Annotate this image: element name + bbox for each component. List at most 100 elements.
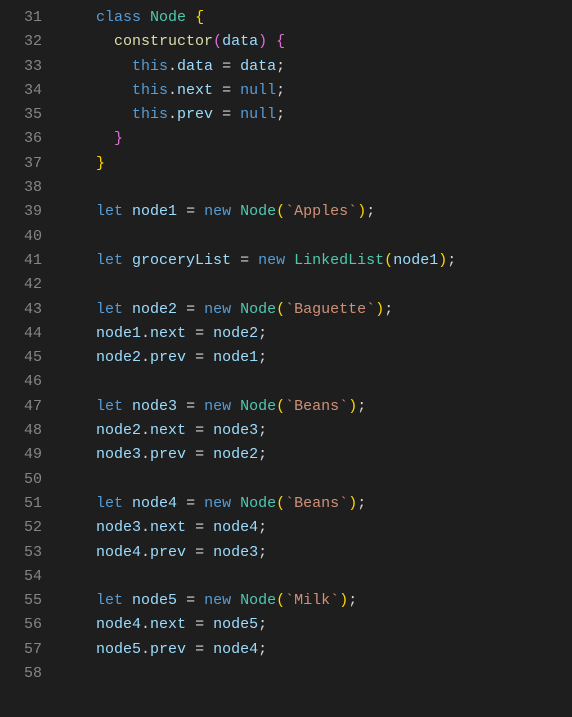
line-number-gutter: 3132333435363738394041424344454647484950… [0, 6, 60, 686]
code-line[interactable]: let groceryList = new LinkedList(node1); [60, 249, 572, 273]
code-token: ; [357, 398, 366, 415]
code-token [186, 641, 195, 658]
code-token [195, 398, 204, 415]
code-token: ; [366, 203, 375, 220]
code-token: new [204, 495, 231, 512]
code-token [231, 58, 240, 75]
code-token: next [150, 616, 186, 633]
code-token: ( [276, 301, 285, 318]
code-token: data [177, 58, 213, 75]
line-number: 51 [0, 492, 42, 516]
code-line[interactable]: node5.prev = node4; [60, 638, 572, 662]
code-token: ; [258, 641, 267, 658]
code-line[interactable]: let node5 = new Node(`Milk`); [60, 589, 572, 613]
code-line[interactable]: let node2 = new Node(`Baguette`); [60, 298, 572, 322]
code-line[interactable] [60, 225, 572, 249]
code-token: } [114, 130, 123, 147]
code-token: ( [276, 592, 285, 609]
code-token [231, 106, 240, 123]
code-token: = [195, 446, 204, 463]
code-line[interactable]: } [60, 152, 572, 176]
code-editor[interactable]: 3132333435363738394041424344454647484950… [0, 0, 572, 686]
code-token: node2 [213, 446, 258, 463]
line-number: 48 [0, 419, 42, 443]
code-token: ; [258, 616, 267, 633]
code-line[interactable]: this.next = null; [60, 79, 572, 103]
code-line[interactable] [60, 370, 572, 394]
code-token: = [222, 82, 231, 99]
code-token: node3 [132, 398, 177, 415]
code-token: = [195, 641, 204, 658]
code-token: } [96, 155, 105, 172]
code-token [204, 349, 213, 366]
code-line[interactable]: node2.prev = node1; [60, 346, 572, 370]
code-line[interactable]: node1.next = node2; [60, 322, 572, 346]
line-number: 36 [0, 127, 42, 151]
code-line[interactable]: node4.next = node5; [60, 613, 572, 637]
code-line[interactable]: let node1 = new Node(`Apples`); [60, 200, 572, 224]
code-line[interactable]: let node3 = new Node(`Beans`); [60, 395, 572, 419]
line-number: 31 [0, 6, 42, 30]
code-line[interactable] [60, 565, 572, 589]
code-token: ; [357, 495, 366, 512]
code-token [204, 325, 213, 342]
code-line[interactable]: this.data = data; [60, 55, 572, 79]
code-token [204, 641, 213, 658]
code-token: node1 [393, 252, 438, 269]
code-token: = [195, 422, 204, 439]
code-token: ; [258, 544, 267, 561]
code-line[interactable]: } [60, 127, 572, 151]
code-token: prev [150, 446, 186, 463]
code-token: new [204, 398, 231, 415]
code-line[interactable]: class Node { [60, 6, 572, 30]
code-token [186, 544, 195, 561]
code-line[interactable] [60, 662, 572, 686]
line-number: 35 [0, 103, 42, 127]
code-line[interactable]: constructor(data) { [60, 30, 572, 54]
code-token: = [186, 495, 195, 512]
code-token: . [141, 325, 150, 342]
code-line[interactable]: let node4 = new Node(`Beans`); [60, 492, 572, 516]
code-token: node3 [96, 519, 141, 536]
code-line[interactable]: node3.next = node4; [60, 516, 572, 540]
code-line[interactable] [60, 176, 572, 200]
line-number: 50 [0, 468, 42, 492]
code-token [213, 82, 222, 99]
code-token: = [186, 592, 195, 609]
code-token: data [240, 58, 276, 75]
line-number: 53 [0, 541, 42, 565]
code-token: ; [258, 325, 267, 342]
code-token [186, 519, 195, 536]
code-token: Node [240, 398, 276, 415]
code-line[interactable]: this.prev = null; [60, 103, 572, 127]
code-token [177, 495, 186, 512]
code-line[interactable] [60, 273, 572, 297]
code-token [285, 252, 294, 269]
code-token: ) [438, 252, 447, 269]
code-token: node5 [132, 592, 177, 609]
code-token [267, 33, 276, 50]
line-number: 45 [0, 346, 42, 370]
code-token [231, 82, 240, 99]
code-line[interactable]: node4.prev = node3; [60, 541, 572, 565]
code-line[interactable]: node2.next = node3; [60, 419, 572, 443]
code-token: . [141, 544, 150, 561]
code-token [186, 325, 195, 342]
code-line[interactable]: node3.prev = node2; [60, 443, 572, 467]
code-token: let [96, 301, 123, 318]
line-number: 52 [0, 516, 42, 540]
code-token: this [132, 82, 168, 99]
code-token [231, 301, 240, 318]
code-token: node3 [213, 544, 258, 561]
code-token: prev [150, 544, 186, 561]
code-token: node1 [213, 349, 258, 366]
code-token: node4 [213, 641, 258, 658]
code-line[interactable] [60, 468, 572, 492]
code-token: data [222, 33, 258, 50]
code-token: ; [276, 58, 285, 75]
code-token: node1 [132, 203, 177, 220]
code-token: ; [276, 82, 285, 99]
code-token: `Beans` [285, 495, 348, 512]
code-token: let [96, 495, 123, 512]
code-content[interactable]: class Node { constructor(data) { this.da… [60, 6, 572, 686]
